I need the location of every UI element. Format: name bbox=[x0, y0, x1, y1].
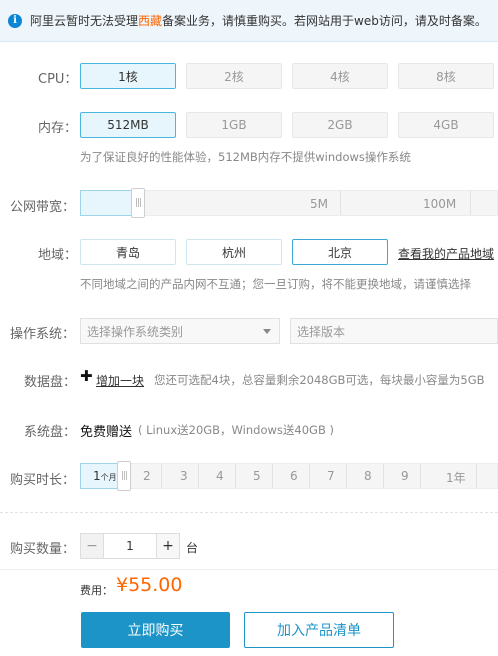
region-hint: 不同地域之间的产品内网不互通；您一旦订购，将不能更换地域，请谨慎选择 bbox=[80, 277, 471, 291]
add-data-disk-link[interactable]: 增加一块 bbox=[96, 372, 144, 389]
quantity-label: 购买数量： bbox=[10, 542, 76, 557]
notice-highlight: 西藏 bbox=[138, 14, 163, 28]
region-label: 地域： bbox=[38, 248, 78, 263]
os-category-placeholder: 选择操作系统类别 bbox=[87, 324, 184, 339]
data-disk-label: 数据盘： bbox=[24, 375, 77, 390]
duration-tick[interactable]: 9 bbox=[401, 469, 409, 483]
os-label: 操作系统： bbox=[10, 327, 76, 342]
quantity-decrement-button[interactable]: − bbox=[81, 534, 103, 558]
duration-tick[interactable]: 4 bbox=[216, 469, 224, 483]
chevron-down-icon bbox=[263, 329, 271, 334]
duration-slider-handle[interactable]: ||| bbox=[117, 461, 131, 491]
bandwidth-slider-handle[interactable]: ||| bbox=[131, 188, 145, 218]
memory-option-1gb[interactable]: 1GB bbox=[186, 112, 282, 138]
duration-tick[interactable]: 5 bbox=[253, 469, 261, 483]
plus-icon[interactable]: ✚ bbox=[80, 367, 93, 385]
duration-divider bbox=[309, 464, 310, 488]
bandwidth-divider bbox=[340, 191, 341, 215]
duration-label: 购买时长： bbox=[10, 473, 76, 488]
duration-tick[interactable]: 7 bbox=[327, 469, 335, 483]
bandwidth-tick-5m: 5M bbox=[310, 197, 328, 211]
price: ¥55.00 bbox=[116, 574, 183, 596]
fee-label: 费用： bbox=[80, 584, 113, 597]
system-disk-label: 系统盘： bbox=[24, 425, 77, 440]
my-product-region-link[interactable]: 查看我的产品地域 bbox=[398, 245, 494, 262]
info-icon: i bbox=[8, 13, 22, 28]
duration-divider bbox=[272, 464, 273, 488]
cpu-label: CPU： bbox=[38, 72, 78, 87]
bandwidth-tick-100m: 100M bbox=[423, 197, 457, 211]
duration-tick[interactable]: 1年 bbox=[446, 469, 466, 486]
os-category-select[interactable]: 选择操作系统类别 bbox=[80, 318, 280, 344]
quantity-input[interactable] bbox=[103, 534, 157, 558]
bandwidth-divider bbox=[470, 191, 471, 215]
duration-tick[interactable]: 8 bbox=[364, 469, 372, 483]
duration-divider bbox=[235, 464, 236, 488]
duration-selected-num: 1 bbox=[93, 469, 101, 483]
quantity-unit: 台 bbox=[186, 541, 199, 555]
cpu-option-8[interactable]: 8核 bbox=[398, 63, 494, 89]
duration-tick[interactable]: 6 bbox=[290, 469, 298, 483]
buy-now-button[interactable]: 立即购买 bbox=[81, 612, 230, 648]
memory-option-2gb[interactable]: 2GB bbox=[292, 112, 388, 138]
memory-option-512mb[interactable]: 512MB bbox=[80, 112, 176, 138]
quantity-stepper: − + bbox=[80, 533, 180, 559]
region-option-qingdao[interactable]: 青岛 bbox=[80, 239, 176, 265]
duration-tick[interactable]: 3 bbox=[180, 469, 188, 483]
cpu-option-1[interactable]: 1核 bbox=[80, 63, 176, 89]
duration-divider bbox=[198, 464, 199, 488]
data-disk-hint: 您还可选配4块，总容量剩余2048GB可选，每块最小容量为5GB bbox=[154, 373, 485, 387]
duration-divider bbox=[346, 464, 347, 488]
duration-tick[interactable]: 2 bbox=[143, 469, 151, 483]
duration-divider bbox=[476, 464, 477, 488]
region-option-beijing[interactable]: 北京 bbox=[292, 239, 388, 265]
cpu-option-2[interactable]: 2核 bbox=[186, 63, 282, 89]
duration-divider bbox=[420, 464, 421, 488]
os-version-placeholder: 选择版本 bbox=[297, 324, 346, 339]
add-to-list-button[interactable]: 加入产品清单 bbox=[244, 612, 394, 648]
memory-hint: 为了保证良好的性能体验，512MB内存不提供windows操作系统 bbox=[80, 150, 411, 164]
region-option-hangzhou[interactable]: 杭州 bbox=[186, 239, 282, 265]
bandwidth-slider-fill bbox=[80, 190, 137, 216]
memory-option-4gb[interactable]: 4GB bbox=[398, 112, 494, 138]
duration-divider bbox=[383, 464, 384, 488]
memory-label: 内存： bbox=[38, 121, 78, 136]
notice-bar: i 阿里云暂时无法受理 西藏 备案业务，请慎重购买。若网站用于web访问，请及时备案… bbox=[0, 0, 498, 42]
section-divider bbox=[0, 512, 498, 513]
cpu-option-4[interactable]: 4核 bbox=[292, 63, 388, 89]
duration-divider bbox=[161, 464, 162, 488]
system-disk-note: ( Linux送20GB，Windows送40GB ) bbox=[138, 423, 334, 437]
os-version-select[interactable]: 选择版本 bbox=[290, 318, 498, 344]
system-disk-value: 免费赠送 bbox=[80, 425, 133, 440]
quantity-increment-button[interactable]: + bbox=[157, 534, 179, 558]
notice-text-after: 备案业务，请慎重购买。若网站用于web访问，请及时备案。 bbox=[162, 14, 487, 28]
notice-text-before: 阿里云暂时无法受理 bbox=[30, 14, 139, 28]
duration-selected-unit: 个月 bbox=[100, 473, 117, 482]
bandwidth-label: 公网带宽： bbox=[10, 200, 76, 215]
duration-selected: 1个月 bbox=[93, 469, 117, 483]
